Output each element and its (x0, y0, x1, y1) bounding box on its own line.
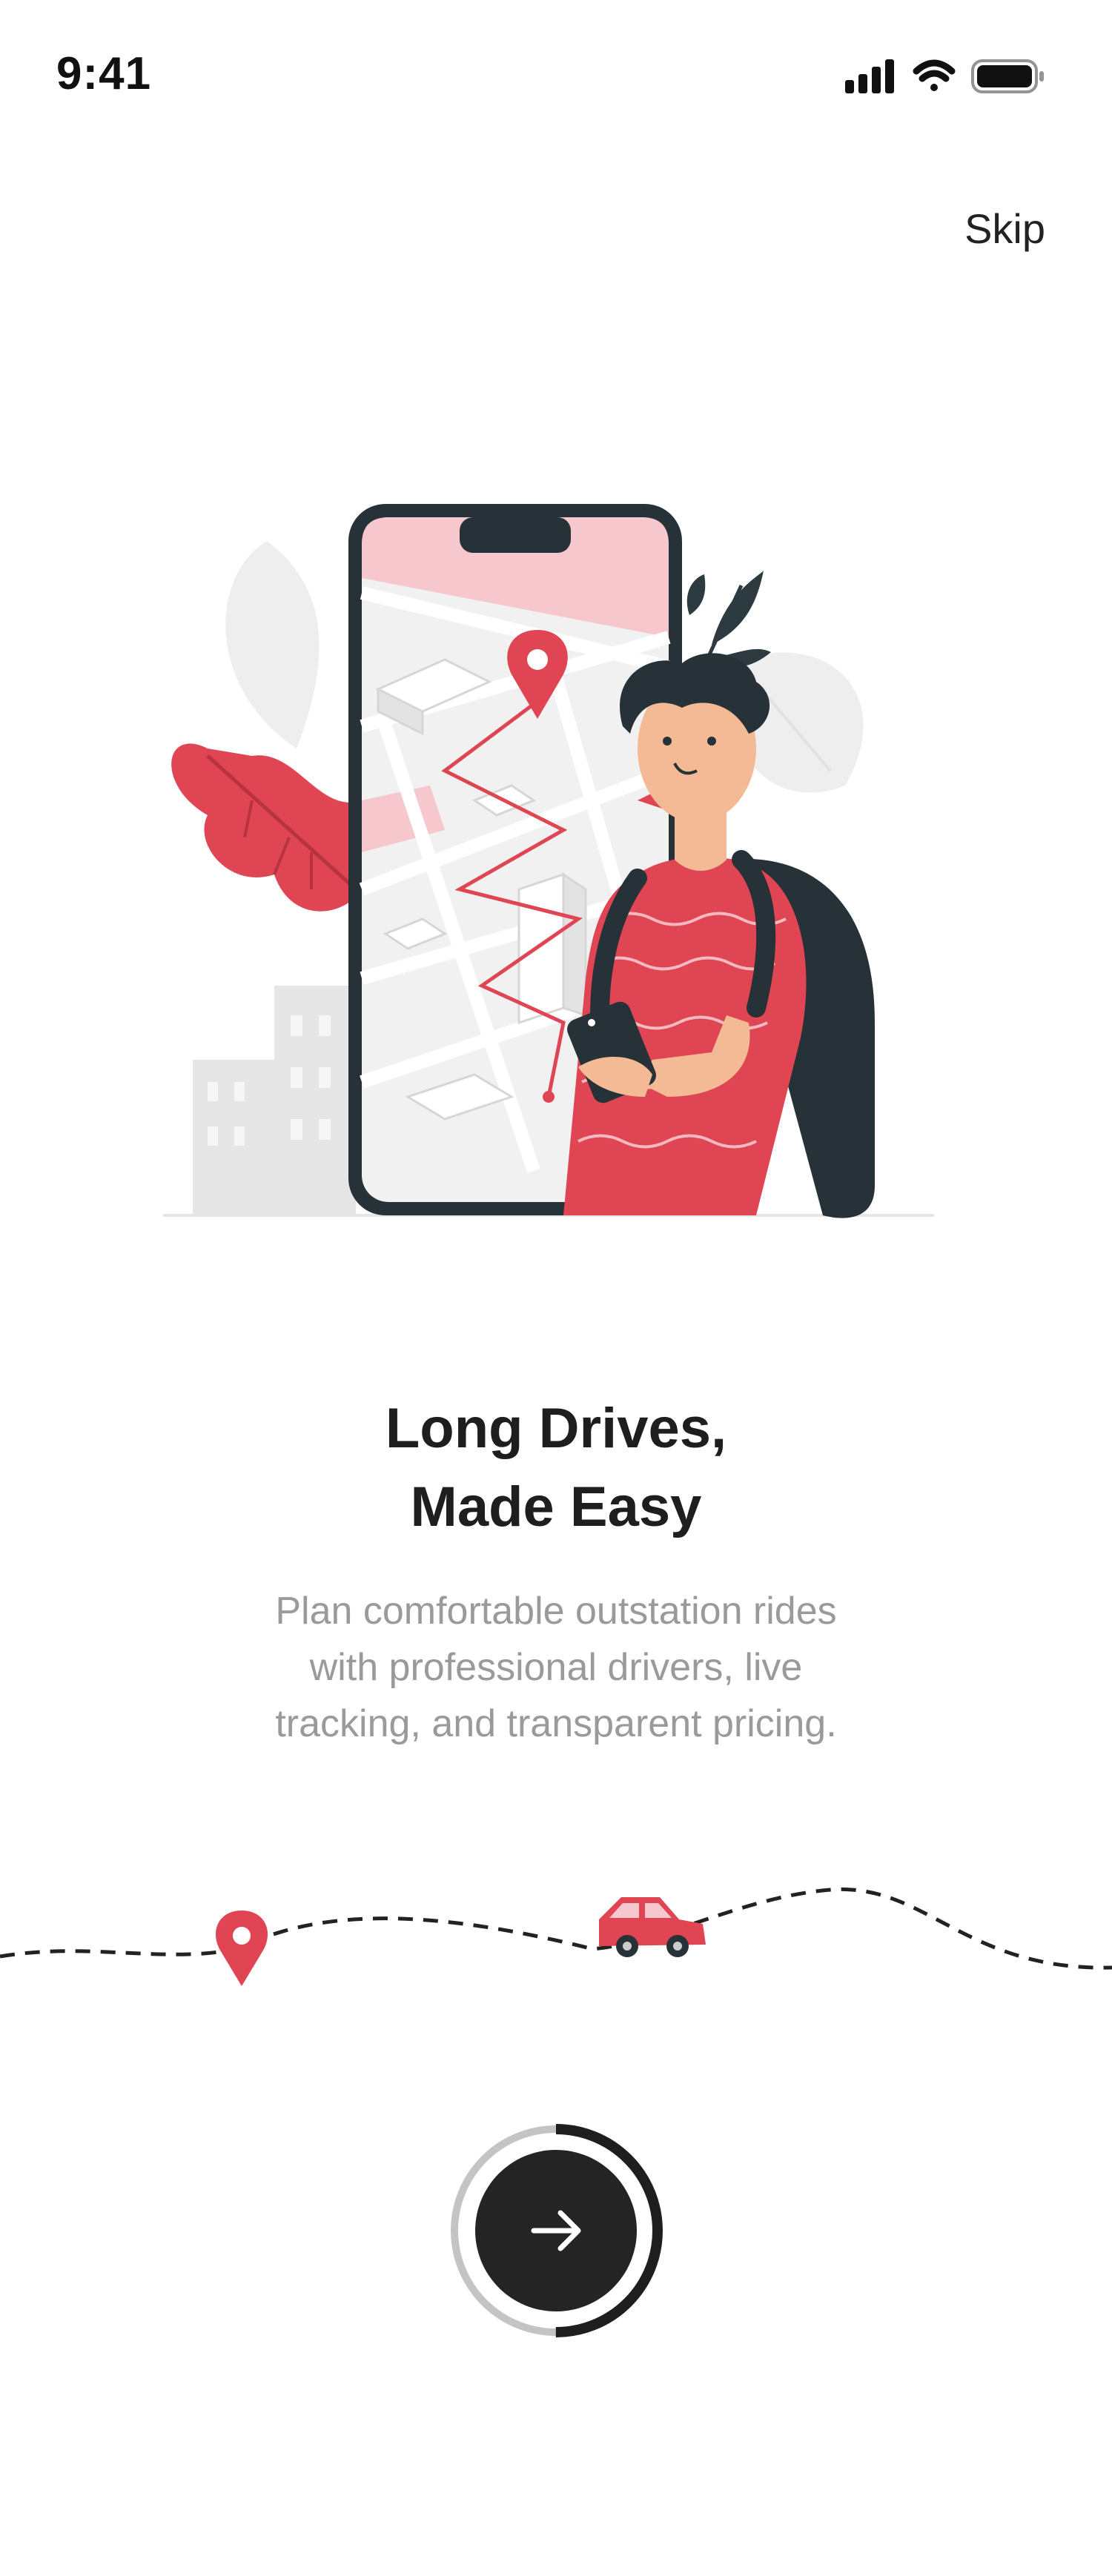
location-pin-icon (215, 1911, 268, 1986)
onboarding-description: Plan comfortable outstation rides with p… (0, 1583, 1112, 1752)
person-with-phone-map-illustration (163, 504, 934, 1218)
status-icons (845, 59, 1044, 93)
signal-icon (845, 59, 894, 93)
arrow-right-icon (531, 2210, 581, 2251)
description-line-3: tracking, and transparent pricing. (275, 1702, 837, 1745)
status-bar: 9:41 (0, 0, 1112, 148)
wifi-icon (913, 59, 956, 91)
onboarding-title: Long Drives, Made Easy (0, 1390, 1112, 1547)
status-time: 9:41 (56, 48, 152, 99)
description-line-2: with professional drivers, live (309, 1646, 803, 1689)
title-line-2: Made Easy (410, 1475, 702, 1538)
red-leaf (171, 743, 363, 912)
background-buildings (193, 986, 356, 1215)
description-line-1: Plan comfortable outstation rides (275, 1590, 837, 1633)
skip-button[interactable]: Skip (964, 205, 1045, 253)
next-button-wrapper (445, 2119, 667, 2342)
battery-icon (971, 59, 1044, 93)
route-decoration (0, 1887, 1112, 1986)
dashed-route-line (0, 1887, 1112, 1970)
next-button[interactable] (475, 2150, 637, 2311)
title-line-1: Long Drives, (385, 1397, 727, 1460)
car-icon (599, 1897, 706, 1957)
